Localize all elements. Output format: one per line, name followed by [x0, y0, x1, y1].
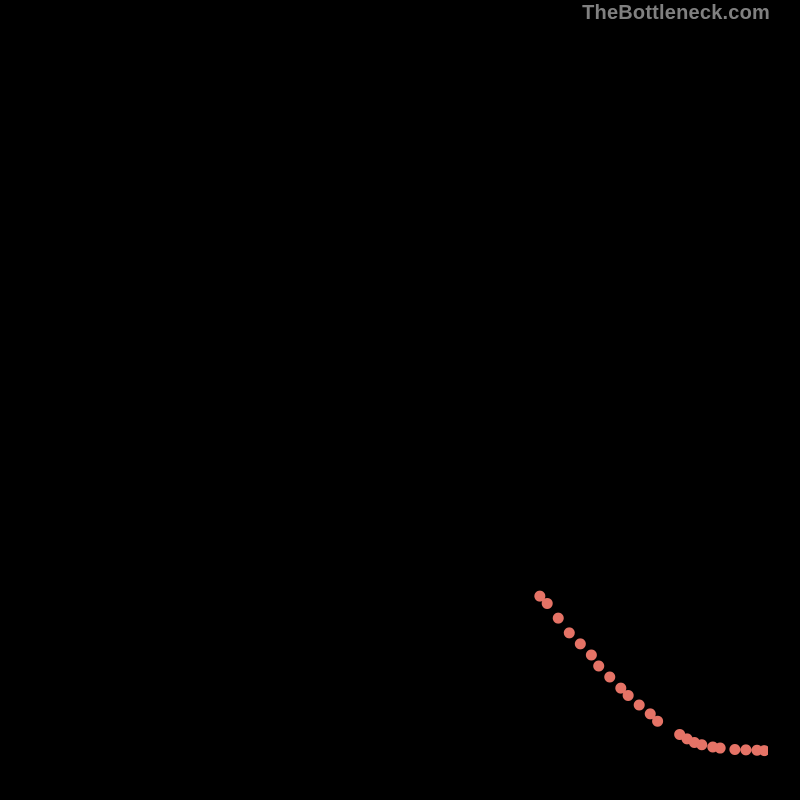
dot: [575, 638, 586, 649]
dot: [652, 716, 663, 727]
dot: [593, 661, 604, 672]
dot: [586, 649, 597, 660]
chart-stage: TheBottleneck.com: [0, 0, 800, 800]
dot: [604, 672, 615, 683]
dot: [715, 743, 726, 754]
dot: [564, 627, 575, 638]
dot: [729, 744, 740, 755]
dot: [634, 700, 645, 711]
dot: [623, 690, 634, 701]
gradient-bg: [32, 22, 768, 758]
dot: [553, 613, 564, 624]
dot: [696, 739, 707, 750]
dot: [542, 598, 553, 609]
dot: [740, 744, 751, 755]
plot-svg: [32, 22, 768, 758]
